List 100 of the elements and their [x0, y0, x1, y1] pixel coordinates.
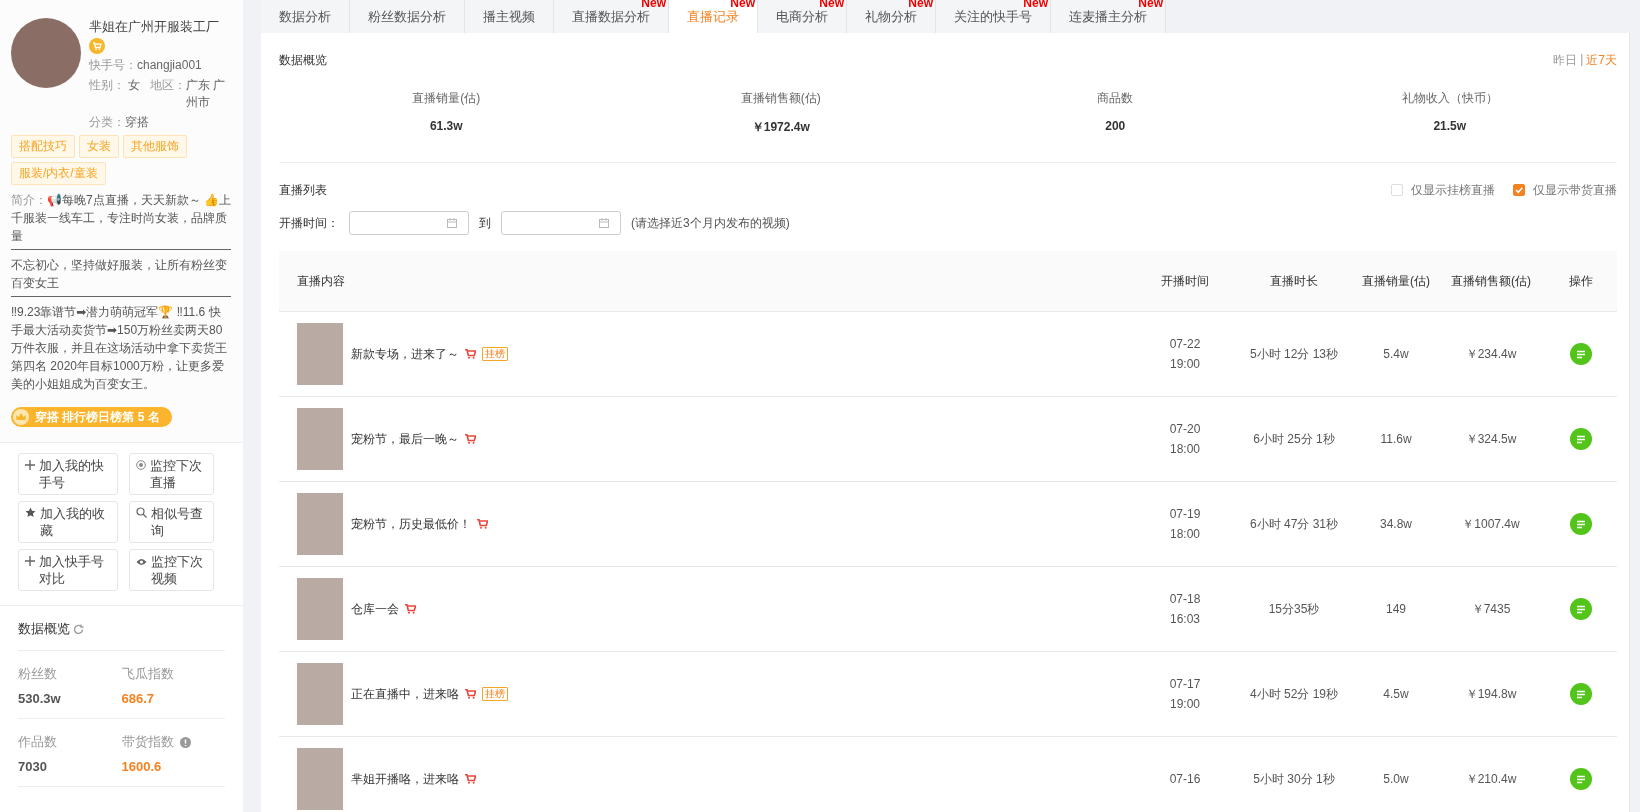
section-title: 数据概览 [279, 51, 327, 69]
stream-title[interactable]: 宠粉节，最后一晚～ [351, 430, 459, 448]
column-header: 直播时长 [1233, 251, 1355, 312]
start-time: 18:00 [1169, 441, 1201, 458]
metric-label: 作品数 [18, 733, 57, 751]
column-header: 开播时间 [1137, 251, 1233, 312]
checkbox-label[interactable]: 仅显示挂榜直播 [1411, 181, 1495, 199]
revenue-cell: ￥234.4w [1437, 311, 1545, 397]
calendar-icon [447, 218, 457, 228]
target-icon [136, 460, 146, 470]
section-title: 直播列表 [279, 181, 327, 199]
range-label: 到 [479, 214, 491, 232]
action-button[interactable]: 加入快手号对比 [18, 549, 118, 591]
column-header: 直播内容 [279, 251, 1137, 312]
star-icon [25, 507, 36, 518]
sales-cell: 11.6w [1355, 396, 1437, 482]
action-button[interactable]: 监控下次直播 [129, 453, 214, 495]
photo-placeholder [297, 663, 343, 725]
stat-label: 礼物收入（快币） [1400, 90, 1499, 107]
metric-value: 530.3w [18, 691, 62, 706]
details-button[interactable] [1570, 513, 1592, 535]
duration-cell: 4小时 52分 19秒 [1233, 651, 1355, 737]
field-label: 开播时间： [279, 214, 339, 232]
stream-title[interactable]: 宠粉节，历史最低价！ [351, 515, 471, 533]
stat-value: 21.5w [1432, 119, 1468, 133]
details-button[interactable] [1570, 683, 1592, 705]
action-button[interactable]: 监控下次视频 [129, 549, 214, 591]
field-label: 地区： [150, 77, 186, 94]
intro-text: ‼9.23靠谱节➡潜力萌萌冠军🏆 ‼11.6 快手最大活动卖货节➡150万粉丝卖两天80万件衣服，并且在这场活动中拿下卖货王第四名 2020年目标1000万粉，让更多爱美的小姐姐成为百变女王。 [11, 296, 231, 397]
field-label: 快手号： [89, 58, 137, 72]
list-icon [1576, 774, 1586, 784]
revenue-cell: ￥210.4w [1437, 736, 1545, 812]
action-button[interactable]: 加入我的收藏 [18, 501, 118, 543]
date-field[interactable] [349, 211, 469, 235]
metric-label: 飞瓜指数 [121, 665, 174, 683]
calendar-icon [599, 218, 609, 228]
start-time: 16:03 [1169, 611, 1201, 628]
stream-title[interactable]: 仓库一会 [351, 600, 399, 618]
sales-cell: 4.5w [1355, 651, 1437, 737]
list-icon [1576, 604, 1586, 614]
photo-placeholder [297, 748, 343, 810]
revenue-cell: ￥7435 [1437, 566, 1545, 652]
date-field[interactable] [501, 211, 621, 235]
intro-text: 不忘初心，坚持做好服装，让所有粉丝变百变女王 [11, 249, 231, 296]
stream-title[interactable]: 新款专场，进来了～ [351, 345, 459, 363]
sales-cell: 34.8w [1355, 481, 1437, 567]
sales-cell: 5.4w [1355, 311, 1437, 397]
details-button[interactable] [1570, 768, 1592, 790]
start-date: 07-19 [1168, 506, 1202, 523]
search-icon [136, 507, 147, 518]
metric-value: 7030 [18, 759, 48, 774]
stream-title[interactable]: 正在直播中，进来咯 [351, 685, 459, 703]
account-id: changjia001 [137, 58, 202, 72]
sales-cell: 5.0w [1355, 736, 1437, 812]
metric-value: 686.7 [121, 691, 156, 706]
check-icon [1514, 185, 1524, 195]
stat-value: 61.3w [428, 119, 464, 133]
photo-placeholder [297, 323, 343, 385]
start-time: 19:00 [1169, 356, 1201, 373]
start-date: 07-16 [1168, 771, 1202, 788]
list-icon [1576, 349, 1586, 359]
action-button[interactable]: 相似号查询 [129, 501, 214, 543]
intro-text: 简介：📢每晚7点直播，天天新款～ 👍上千服装一线车工，专注时尚女装，品牌质量 [11, 192, 231, 245]
eye-icon [136, 558, 147, 566]
checkbox[interactable] [1513, 184, 1525, 196]
column-header: 操作 [1545, 251, 1617, 312]
ranking-tag: 挂榜 [482, 687, 508, 701]
rank-text: 穿搭 排行榜日榜第 5 名 [35, 408, 160, 426]
gender-value: 女 [128, 77, 140, 94]
refresh-icon[interactable] [73, 623, 84, 635]
duration-cell: 6小时 25分 1秒 [1233, 396, 1355, 482]
details-button[interactable] [1570, 343, 1592, 365]
duration-cell: 5小时 30分 1秒 [1233, 736, 1355, 812]
account-name: 芈姐在广州开服装工厂 [89, 18, 220, 35]
photo-placeholder [297, 578, 343, 640]
action-button[interactable]: 加入我的快手号 [18, 453, 118, 495]
column-header: 直播销量(估) [1355, 251, 1437, 312]
revenue-cell: ￥1007.4w [1437, 481, 1545, 567]
duration-cell: 5小时 12分 13秒 [1233, 311, 1355, 397]
sales-cell: 149 [1355, 566, 1437, 652]
list-icon [1576, 519, 1586, 529]
start-time: 19:00 [1169, 696, 1201, 713]
list-icon [1576, 689, 1586, 699]
stat-value: 200 [1104, 119, 1127, 133]
stream-title[interactable]: 芈姐开播咯，进来咯 [351, 770, 459, 788]
start-date: 07-20 [1168, 421, 1202, 438]
tab[interactable]: 播主视频 [465, 0, 554, 33]
photo-placeholder [297, 408, 343, 470]
duration-cell: 15分35秒 [1233, 566, 1355, 652]
checkbox-label[interactable]: 仅显示带货直播 [1533, 181, 1617, 199]
revenue-cell: ￥194.8w [1437, 651, 1545, 737]
tab[interactable]: 粉丝数据分析 [350, 0, 465, 33]
details-button[interactable] [1570, 428, 1592, 450]
start-time: 18:00 [1169, 526, 1201, 543]
ranking-tag: 挂榜 [482, 347, 508, 361]
stat-value: ￥1972.4w [750, 119, 811, 136]
column-header: 直播销售额(估) [1437, 251, 1545, 312]
tab[interactable]: 数据分析 [261, 0, 350, 33]
stat-label: 直播销量(估) [411, 90, 482, 107]
details-button[interactable] [1570, 598, 1592, 620]
